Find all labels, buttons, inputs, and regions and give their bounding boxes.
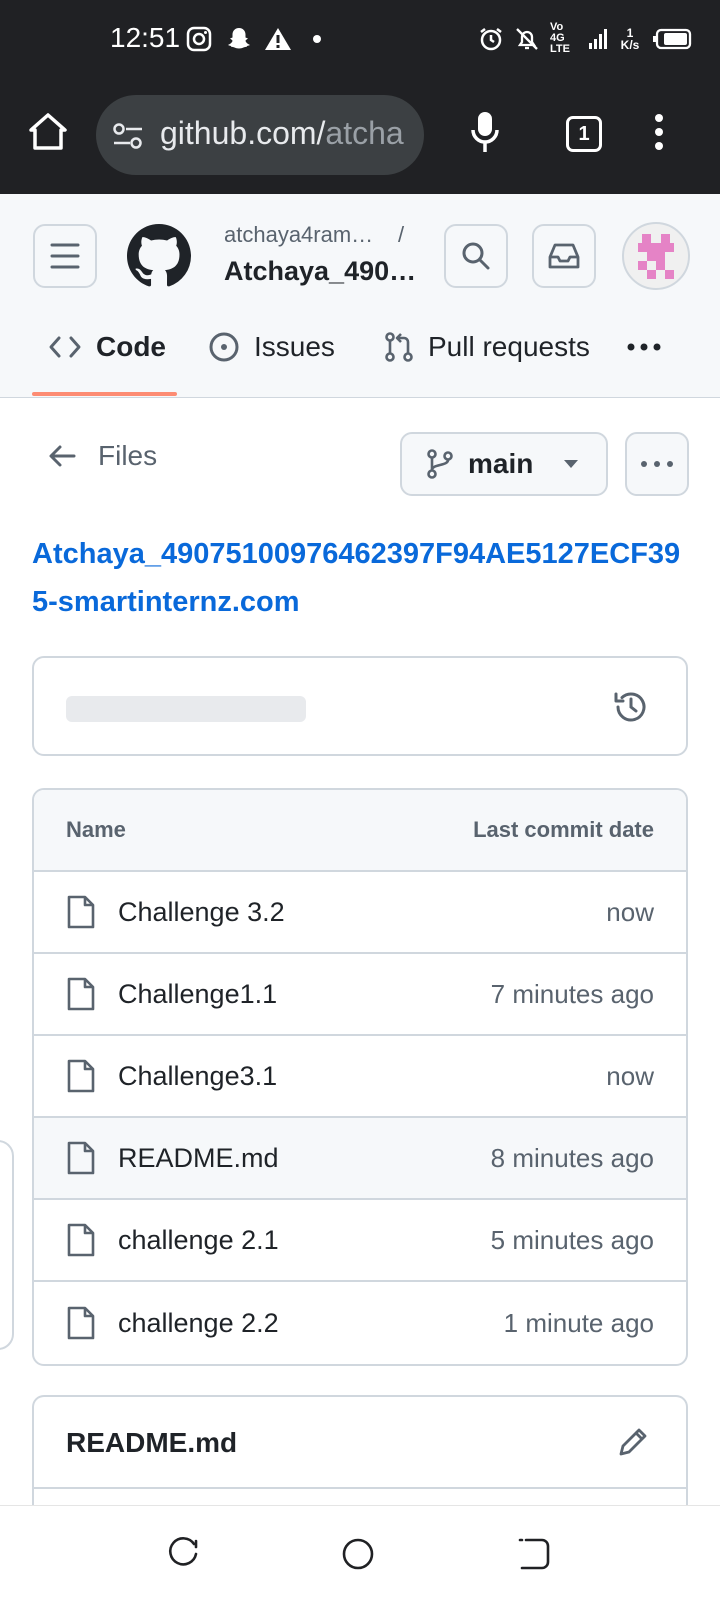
branch-selector[interactable]: main [400,432,608,496]
table-row[interactable]: challenge 2.1 5 minutes ago [34,1200,686,1282]
table-row[interactable]: challenge 2.2 1 minute ago [34,1282,686,1364]
file-icon [67,1059,95,1093]
file-icon [67,977,95,1011]
caret-down-icon [564,460,579,468]
table-header: Name Last commit date [34,790,686,872]
file-name[interactable]: Challenge 3.2 [118,897,606,928]
recents-icon[interactable] [166,1536,202,1572]
identicon-icon [638,234,674,279]
latest-commit-box [32,656,688,756]
issue-icon [209,332,239,362]
commit-date: now [606,896,654,927]
status-bar: 12:51 Vo 4G LTE 1 K/s [0,0,720,80]
search-button[interactable] [444,224,508,288]
path-separator: / [398,222,405,247]
back-icon[interactable] [516,1536,552,1572]
table-row[interactable]: Challenge3.1 now [34,1036,686,1118]
repo-name[interactable]: Atchaya_490… [224,256,416,287]
file-name[interactable]: Challenge3.1 [118,1061,606,1092]
table-row[interactable]: README.md 8 minutes ago [34,1118,686,1200]
warning-icon [265,28,291,50]
network-speed: 1 K/s [620,25,640,52]
commit-date: 1 minute ago [503,1307,654,1338]
divider [34,1487,686,1489]
file-icon [67,1306,95,1340]
hamburger-icon [50,243,80,269]
commit-date: 8 minutes ago [490,1142,654,1173]
repo-nav: Code Issues Pull requests [0,304,720,398]
file-icon [67,1223,95,1257]
url-path: atcha [325,115,404,151]
file-name[interactable]: README.md [118,1143,491,1174]
column-date-header: Last commit date [473,817,654,842]
tab-switcher-button[interactable]: 1 [566,116,602,152]
commit-date: 7 minutes ago [490,978,654,1009]
site-settings-icon[interactable] [112,121,144,151]
active-tab-indicator [32,392,177,396]
home-icon[interactable] [26,110,70,154]
browser-toolbar: github.com/atcha 1 [0,80,720,194]
more-vert-icon[interactable] [652,112,666,152]
history-icon[interactable] [612,688,650,726]
signal-icon [589,28,607,49]
file-name[interactable]: Challenge1.1 [118,979,491,1010]
address-bar[interactable]: github.com/atcha [96,95,424,175]
file-icon [67,1141,95,1175]
loading-skeleton [66,696,306,722]
pencil-icon[interactable] [616,1425,650,1459]
inbox-button[interactable] [532,224,596,288]
alarm-icon [480,27,502,50]
back-to-files-link[interactable]: Files [48,440,157,472]
home-circle-icon[interactable] [340,1536,376,1572]
system-navigation-bar [0,1505,720,1600]
table-row[interactable]: Challenge 3.2 now [34,872,686,954]
more-options-button[interactable] [625,432,689,496]
tab-pull-requests-label: Pull requests [428,331,590,362]
file-table: Name Last commit date Challenge 3.2 now … [32,788,688,1366]
file-name[interactable]: challenge 2.1 [118,1225,491,1256]
status-time: 12:51 [110,22,181,53]
repo-owner[interactable]: atchaya4ram… [224,222,373,248]
mute-bell-icon [516,27,538,50]
instagram-icon [186,26,212,52]
menu-button[interactable] [33,224,97,288]
table-row[interactable]: Challenge1.1 7 minutes ago [34,954,686,1036]
commit-date: 5 minutes ago [490,1224,654,1255]
url-host: github.com/ [160,115,326,151]
file-icon [67,895,95,929]
files-label: Files [98,440,158,471]
repo-header: atchaya4ram… / Atchaya_490… Code Issues … [0,194,720,398]
url-text: github.com/atcha [160,115,404,152]
pull-request-icon [385,332,413,362]
code-icon [49,336,81,358]
tab-code[interactable]: Code [48,322,166,372]
network-type: Vo 4G LTE [550,21,570,55]
github-logo-icon[interactable] [127,224,191,288]
search-icon [462,242,490,270]
tab-issues[interactable]: Issues [208,322,335,372]
battery-icon [653,28,692,49]
arrow-left-icon [49,445,76,467]
notification-dot-icon [313,35,321,43]
kebab-horizontal-icon [641,461,673,467]
snapchat-icon [228,28,250,49]
commit-date: now [606,1060,654,1091]
tab-issues-label: Issues [254,331,335,362]
readme-title[interactable]: README.md [66,1427,237,1459]
microphone-icon[interactable] [470,110,500,154]
file-name[interactable]: challenge 2.2 [118,1308,504,1339]
side-panel-handle[interactable] [0,1140,14,1350]
avatar[interactable] [622,222,690,290]
git-branch-icon [427,449,453,479]
tab-pull-requests[interactable]: Pull requests [384,322,590,372]
more-horizontal-icon[interactable] [626,342,662,352]
inbox-icon [548,243,580,269]
branch-name: main [468,448,534,479]
column-name-header: Name [66,817,126,842]
repo-title-link[interactable]: Atchaya_49075100976462397F94AE5127ECF395… [32,530,692,626]
tab-code-label: Code [96,331,166,362]
